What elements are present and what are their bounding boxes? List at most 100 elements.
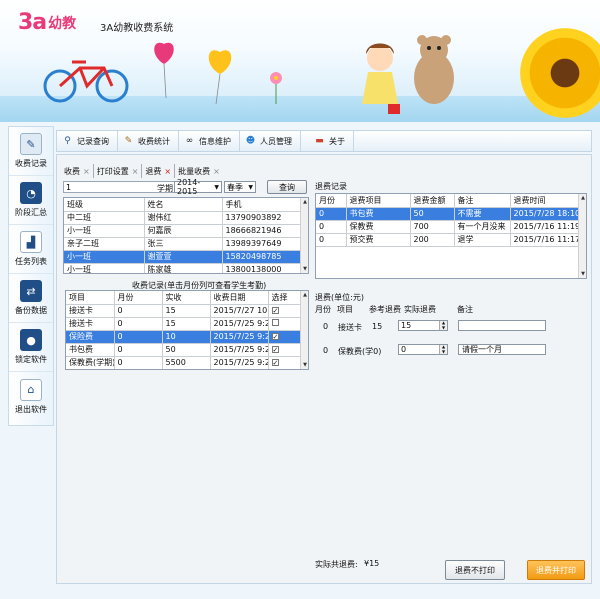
- sidebar-item-lock[interactable]: ● 锁定软件: [9, 323, 53, 372]
- stepper-arrows-icon[interactable]: ▲ ▼: [439, 344, 447, 354]
- stepper-arrows-icon[interactable]: ▲ ▼: [439, 320, 447, 330]
- scroll-up-icon[interactable]: ▲: [579, 194, 586, 202]
- cell: 2015/7/27 10:32: [210, 304, 269, 318]
- table-row[interactable]: 书包费0502015/7/25 9:28✓: [66, 343, 303, 357]
- table-row[interactable]: 0 保教费 700 有一个月没来 2015/7/16 11:19: [316, 220, 581, 234]
- row-checkbox[interactable]: ✓: [271, 333, 279, 341]
- column-header[interactable]: 收费日期: [210, 291, 269, 305]
- cell: 接送卡: [66, 317, 115, 331]
- toolbar-record-query[interactable]: ⚲ 记录查询: [57, 131, 118, 151]
- table-row[interactable]: 亲子二班 张三 13989397649: [64, 237, 303, 251]
- table-row-selected[interactable]: 0 书包费 50 不需要 2015/7/28 18:10: [316, 207, 581, 221]
- toolbar-info-maintain[interactable]: ∞ 信息维护: [179, 131, 240, 151]
- row-checkbox[interactable]: ✓: [271, 346, 279, 354]
- app-logo: 3a 幼教: [18, 10, 76, 35]
- sidebar-item-label: 阶段汇总: [15, 208, 47, 217]
- cell: 2015/7/16 11:17: [510, 233, 581, 247]
- column-header[interactable]: 月份: [316, 194, 347, 208]
- row-checkbox[interactable]: [271, 319, 279, 326]
- cell[interactable]: 0: [114, 343, 163, 357]
- table-row[interactable]: 中二班 谢伟红 13790903892: [64, 211, 303, 225]
- refund-note-input[interactable]: 请假一个月: [458, 344, 546, 355]
- refund-form-header-actual: 实际退费: [404, 305, 436, 314]
- refund-row-month: 0: [323, 346, 329, 355]
- column-header[interactable]: 选择: [268, 291, 303, 305]
- tab-batch-charge[interactable]: 批量收费 ×: [175, 164, 223, 178]
- top-toolbar: ⚲ 记录查询 ✎ 收费统计 ∞ 信息维护 ☻ 人员管理 ▬ 关于: [56, 130, 592, 152]
- cell[interactable]: 0: [114, 317, 163, 331]
- tab-charge[interactable]: 收费 ×: [61, 164, 94, 178]
- sidebar-item-task-list[interactable]: ▟ 任务列表: [9, 225, 53, 274]
- column-header[interactable]: 退费金额: [410, 194, 455, 208]
- cell: [268, 317, 303, 331]
- column-header[interactable]: 手机: [222, 198, 303, 212]
- scroll-down-icon[interactable]: ▼: [301, 361, 308, 369]
- column-header[interactable]: 月份: [114, 291, 163, 305]
- tab-label: 收费: [64, 166, 80, 176]
- vertical-scrollbar[interactable]: ▲ ▼: [578, 194, 586, 278]
- table-row[interactable]: 小一班 陈家雄 13800138000: [64, 263, 303, 273]
- column-header[interactable]: 实收: [162, 291, 211, 305]
- table-row[interactable]: 0 预交费 200 退学 2015/7/16 11:17: [316, 233, 581, 247]
- column-header[interactable]: 退费时间: [510, 194, 581, 208]
- close-icon[interactable]: ×: [132, 167, 139, 176]
- table-row[interactable]: 接送卡0152015/7/27 10:32✓: [66, 304, 303, 318]
- refund-row-item: 保教费(学0): [338, 347, 382, 356]
- scroll-down-icon[interactable]: ▼: [301, 265, 308, 273]
- cell: 13800138000: [222, 263, 303, 273]
- table-row[interactable]: 接送卡0152015/7/25 9:28: [66, 317, 303, 331]
- toolbar-staff-manage[interactable]: ☻ 人员管理: [240, 131, 301, 151]
- query-button[interactable]: 查询: [267, 180, 307, 194]
- table-row[interactable]: 保教费(学期)055002015/7/25 9:28✓: [66, 356, 303, 369]
- actual-refund-value: 15: [401, 321, 412, 330]
- table-row-selected[interactable]: 小一班 谢萱萱 15820498785: [64, 250, 303, 264]
- app-title: 3A幼教收费系统: [100, 23, 174, 34]
- vertical-scrollbar[interactable]: ▲ ▼: [300, 291, 308, 369]
- cell[interactable]: 0: [114, 304, 163, 318]
- tab-refund[interactable]: 退费 ×: [142, 164, 176, 178]
- sidebar-item-backup[interactable]: ⇄ 备份数据: [9, 274, 53, 323]
- sidebar-item-fee-records[interactable]: ✎ 收费记录: [9, 127, 53, 176]
- cell[interactable]: 0: [114, 356, 163, 369]
- scroll-down-icon[interactable]: ▼: [579, 270, 586, 278]
- exit-icon: ⌂: [20, 378, 42, 401]
- table-row-selected[interactable]: 保险费0102015/7/25 9:28✓: [66, 330, 303, 344]
- close-icon[interactable]: ×: [83, 167, 90, 176]
- backup-icon: ⇄: [20, 280, 42, 302]
- column-header[interactable]: 退费项目: [346, 194, 411, 208]
- students-table: 班级 姓名 手机 中二班 谢伟红 13790903892 小一班 何嘉辰 1866682…: [64, 198, 303, 273]
- table-row[interactable]: 小一班 何嘉辰 18666821946: [64, 224, 303, 238]
- refund-print-button[interactable]: 退费并打印: [527, 560, 585, 580]
- toolbar-fee-stats[interactable]: ✎ 收费统计: [118, 131, 179, 151]
- close-icon[interactable]: ×: [164, 167, 171, 176]
- refund-row-item: 接送卡: [338, 323, 362, 332]
- toolbar-label: 记录查询: [77, 136, 109, 146]
- actual-refund-stepper[interactable]: 0 ▲ ▼: [398, 344, 448, 355]
- column-header[interactable]: 项目: [66, 291, 115, 305]
- cell: 2015/7/25 9:28: [210, 356, 269, 369]
- row-checkbox[interactable]: ✓: [271, 359, 279, 367]
- column-header[interactable]: 班级: [64, 198, 145, 212]
- total-refund-value: ¥15: [364, 559, 380, 568]
- row-checkbox[interactable]: ✓: [271, 307, 279, 315]
- bar-chart-icon: ▟: [20, 231, 42, 253]
- cell[interactable]: 0: [114, 330, 163, 344]
- tab-print-settings[interactable]: 打印设置 ×: [94, 164, 143, 178]
- table-header-row: 月份 退费项目 退费金额 备注 退费时间: [316, 194, 581, 208]
- refund-note-input[interactable]: [458, 320, 546, 331]
- toolbar-about[interactable]: ▬ 关于: [301, 131, 354, 151]
- close-icon[interactable]: ×: [213, 167, 220, 176]
- year-select[interactable]: 2014-2015 ▼: [174, 178, 222, 196]
- season-select[interactable]: 春季 ▼: [224, 181, 256, 193]
- column-header[interactable]: 姓名: [144, 198, 223, 212]
- toolbar-label: 人员管理: [260, 136, 292, 146]
- actual-refund-stepper[interactable]: 15 ▲ ▼: [398, 320, 448, 331]
- refund-no-print-button[interactable]: 退费不打印: [445, 560, 505, 580]
- scroll-up-icon[interactable]: ▲: [301, 291, 308, 299]
- column-header[interactable]: 备注: [454, 194, 511, 208]
- vertical-scrollbar[interactable]: ▲ ▼: [300, 198, 308, 273]
- sidebar-item-stage-summary[interactable]: ◔ 阶段汇总: [9, 176, 53, 225]
- refund-form-header-item: 项目: [337, 305, 353, 314]
- scroll-up-icon[interactable]: ▲: [301, 198, 308, 206]
- sidebar-item-exit[interactable]: ⌂ 退出软件: [9, 372, 53, 421]
